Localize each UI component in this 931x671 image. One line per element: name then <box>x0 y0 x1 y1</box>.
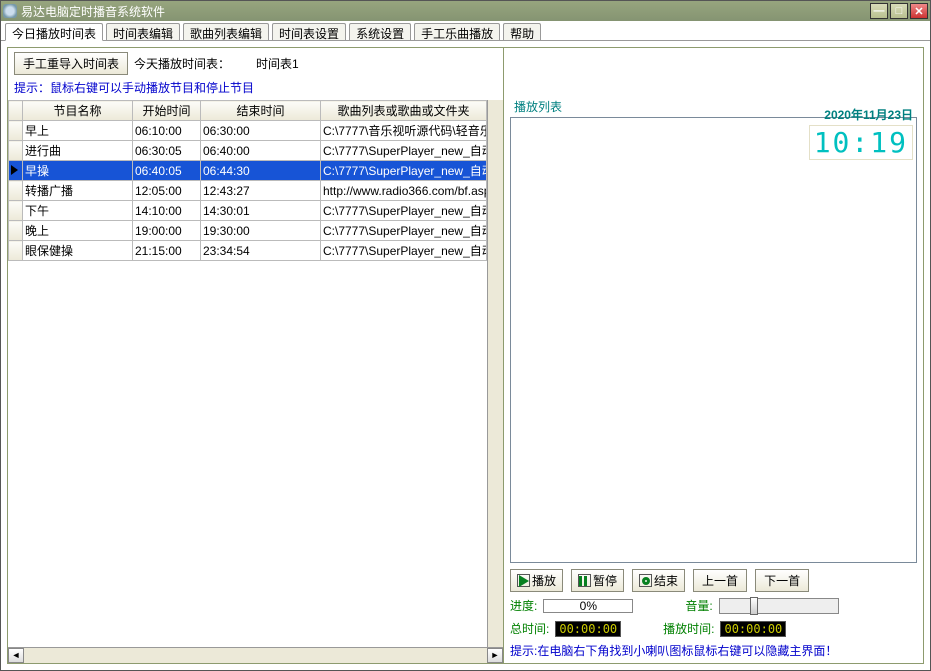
table-row[interactable]: 晚上19:00:0019:30:00C:\7777\SuperPlayer_ne… <box>9 221 487 241</box>
table-cell: C:\7777\SuperPlayer_new_自动广 <box>321 201 487 221</box>
tab-4[interactable]: 系统设置 <box>349 23 411 40</box>
stop-icon <box>642 577 650 585</box>
next-track-button[interactable]: 下一首 <box>755 569 809 592</box>
table-horizontal-scrollbar[interactable]: ◄► <box>8 647 503 663</box>
table-cell: 19:30:00 <box>201 221 321 241</box>
right-panel: 2020年11月23日 10:19 播放列表 播放 暂停 结束 上一首 下一首 … <box>503 48 923 663</box>
prev-track-button[interactable]: 上一首 <box>693 569 747 592</box>
pause-icon <box>579 575 590 587</box>
table-cell: 06:30:05 <box>133 141 201 161</box>
tab-2[interactable]: 歌曲列表编辑 <box>183 23 269 40</box>
column-header[interactable]: 节目名称 <box>23 101 133 121</box>
left-panel: 手工重导入时间表 今天播放时间表： 时间表1 提示：鼠标右键可以手动播放节目和停… <box>8 48 503 663</box>
tab-5[interactable]: 手工乐曲播放 <box>414 23 500 40</box>
tab-0[interactable]: 今日播放时间表 <box>5 23 103 41</box>
play-time-value: 00:00:00 <box>720 621 786 637</box>
table-cell: 14:10:00 <box>133 201 201 221</box>
table-cell: 14:30:01 <box>201 201 321 221</box>
hint-tray-icon: 提示:在电脑右下角找到小喇叭图标鼠标右键可以隐藏主界面！ <box>504 640 923 663</box>
table-cell: 下午 <box>23 201 133 221</box>
column-header[interactable]: 开始时间 <box>133 101 201 121</box>
play-time-label: 播放时间: <box>663 620 714 637</box>
table-cell: 23:34:54 <box>201 241 321 261</box>
pause-button[interactable]: 暂停 <box>571 569 624 592</box>
table-cell: 晚上 <box>23 221 133 241</box>
table-cell: C:\7777\SuperPlayer_new_自动广 <box>321 161 487 181</box>
total-time-label: 总时间: <box>510 620 549 637</box>
table-cell: 06:44:30 <box>201 161 321 181</box>
table-cell: http://www.radio366.com/bf.asp <box>321 181 487 201</box>
table-cell: 早上 <box>23 121 133 141</box>
current-date: 2020年11月23日 <box>803 106 913 123</box>
today-schedule-label: 今天播放时间表： <box>134 55 230 72</box>
volume-slider[interactable] <box>719 598 839 614</box>
table-cell: C:\7777\音乐视听源代码\轻音乐 <box>321 121 487 141</box>
table-cell: 转播广播 <box>23 181 133 201</box>
table-cell: 06:40:00 <box>201 141 321 161</box>
table-row[interactable]: 眼保健操21:15:0023:34:54C:\7777\SuperPlayer_… <box>9 241 487 261</box>
total-time-value: 00:00:00 <box>555 621 621 637</box>
table-cell: 21:15:00 <box>133 241 201 261</box>
progress-label: 进度: <box>510 597 537 614</box>
current-time: 10:19 <box>809 125 913 160</box>
maximize-button[interactable]: □ <box>890 3 908 19</box>
play-button[interactable]: 播放 <box>510 569 563 592</box>
table-cell: 眼保健操 <box>23 241 133 261</box>
table-cell: 06:40:05 <box>133 161 201 181</box>
table-row[interactable]: 早操06:40:0506:44:30C:\7777\SuperPlayer_ne… <box>9 161 487 181</box>
table-cell: C:\7777\SuperPlayer_new_自动广 <box>321 241 487 261</box>
table-row[interactable]: 早上06:10:0006:30:00C:\7777\音乐视听源代码\轻音乐 <box>9 121 487 141</box>
column-header[interactable]: 结束时间 <box>201 101 321 121</box>
progress-value: 0% <box>543 599 633 613</box>
table-cell: 12:05:00 <box>133 181 201 201</box>
table-cell: 进行曲 <box>23 141 133 161</box>
playlist-box[interactable] <box>510 117 917 563</box>
table-cell: C:\7777\SuperPlayer_new_自动广 <box>321 141 487 161</box>
table-row[interactable]: 转播广播12:05:0012:43:27http://www.radio366.… <box>9 181 487 201</box>
import-schedule-button[interactable]: 手工重导入时间表 <box>14 52 128 75</box>
table-cell: 06:30:00 <box>201 121 321 141</box>
volume-label: 音量: <box>685 597 712 614</box>
play-icon <box>519 575 529 587</box>
table-cell: C:\7777\SuperPlayer_new_自动广 <box>321 221 487 241</box>
tab-bar: 今日播放时间表时间表编辑歌曲列表编辑时间表设置系统设置手工乐曲播放帮助 <box>1 21 930 41</box>
titlebar: 易达电脑定时播音系统软件 — □ ✕ <box>1 1 930 21</box>
app-icon <box>3 4 17 18</box>
today-schedule-name: 时间表1 <box>256 55 299 72</box>
table-cell: 早操 <box>23 161 133 181</box>
schedule-table[interactable]: 节目名称开始时间结束时间歌曲列表或歌曲或文件夹 早上06:10:0006:30:… <box>8 100 487 261</box>
table-cell: 12:43:27 <box>201 181 321 201</box>
window-title: 易达电脑定时播音系统软件 <box>21 3 870 20</box>
tab-6[interactable]: 帮助 <box>503 23 541 40</box>
table-cell: 19:00:00 <box>133 221 201 241</box>
table-row[interactable]: 下午14:10:0014:30:01C:\7777\SuperPlayer_ne… <box>9 201 487 221</box>
table-row[interactable]: 进行曲06:30:0506:40:00C:\7777\SuperPlayer_n… <box>9 141 487 161</box>
tab-3[interactable]: 时间表设置 <box>272 23 346 40</box>
stop-button[interactable]: 结束 <box>632 569 685 592</box>
hint-right-click: 提示：鼠标右键可以手动播放节目和停止节目 <box>8 79 503 100</box>
table-cell: 06:10:00 <box>133 121 201 141</box>
close-button[interactable]: ✕ <box>910 3 928 19</box>
row-pointer-icon <box>11 165 18 175</box>
tab-1[interactable]: 时间表编辑 <box>106 23 180 40</box>
minimize-button[interactable]: — <box>870 3 888 19</box>
column-header[interactable]: 歌曲列表或歌曲或文件夹 <box>321 101 487 121</box>
table-vertical-scrollbar[interactable] <box>487 100 503 647</box>
